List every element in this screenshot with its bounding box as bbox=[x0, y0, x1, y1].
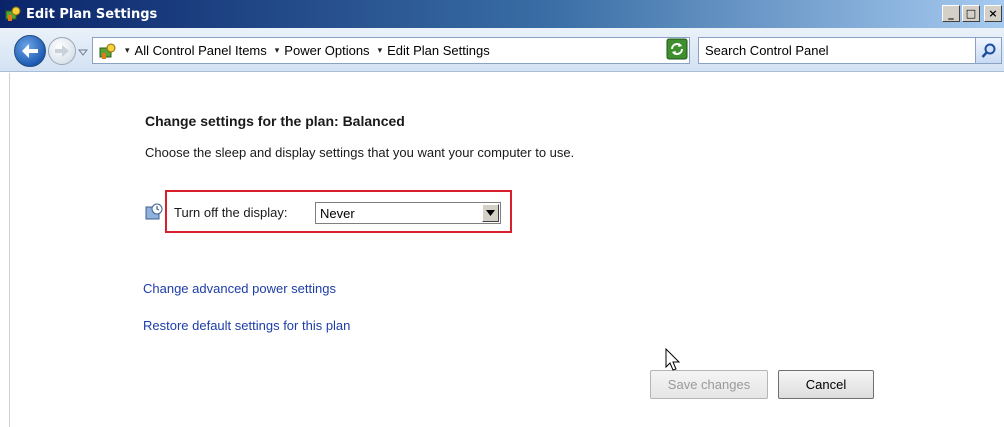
refresh-icon bbox=[666, 38, 688, 60]
recent-pages-dropdown-icon[interactable] bbox=[78, 47, 88, 57]
minimize-button[interactable]: _ bbox=[942, 5, 960, 22]
search-placeholder: Search Control Panel bbox=[705, 43, 829, 58]
turn-off-display-value: Never bbox=[320, 205, 355, 221]
breadcrumb-label: Edit Plan Settings bbox=[387, 43, 490, 58]
main-content: Change settings for the plan: Balanced C… bbox=[0, 73, 1004, 427]
chevron-right-icon: ▾ bbox=[125, 45, 130, 55]
forward-button[interactable] bbox=[48, 37, 76, 65]
save-changes-button[interactable]: Save changes bbox=[650, 370, 768, 399]
title-bar: Edit Plan Settings _ □ × bbox=[0, 0, 1004, 28]
dropdown-button[interactable] bbox=[482, 204, 499, 222]
close-button[interactable]: × bbox=[984, 5, 1002, 22]
breadcrumb-label: Power Options bbox=[284, 43, 370, 58]
navigation-bar: ▾ All Control Panel Items ▾ Power Option… bbox=[0, 28, 1004, 72]
cancel-button[interactable]: Cancel bbox=[778, 370, 874, 399]
change-advanced-power-settings-link[interactable]: Change advanced power settings bbox=[143, 281, 336, 296]
display-timer-icon bbox=[145, 203, 163, 220]
chevron-right-icon: ▾ bbox=[377, 45, 383, 55]
chevron-down-icon bbox=[486, 210, 495, 216]
back-arrow-icon bbox=[22, 44, 38, 58]
control-panel-icon bbox=[4, 5, 22, 23]
window-title: Edit Plan Settings bbox=[26, 6, 158, 22]
window-controls: _ □ × bbox=[942, 5, 1002, 22]
refresh-button[interactable] bbox=[665, 37, 689, 61]
breadcrumb-all-control-panel-items[interactable]: ▾ All Control Panel Items bbox=[125, 43, 267, 58]
forward-arrow-icon bbox=[55, 45, 69, 57]
maximize-button[interactable]: □ bbox=[962, 5, 980, 22]
search-input[interactable]: Search Control Panel bbox=[698, 37, 1002, 64]
chevron-right-icon: ▾ bbox=[274, 45, 280, 55]
page-heading: Change settings for the plan: Balanced bbox=[145, 113, 405, 129]
breadcrumb-label: All Control Panel Items bbox=[134, 43, 267, 58]
turn-off-display-label: Turn off the display: bbox=[174, 205, 288, 220]
control-panel-small-icon bbox=[97, 41, 119, 61]
breadcrumb-edit-plan-settings[interactable]: ▾ Edit Plan Settings bbox=[378, 43, 490, 58]
search-icon bbox=[981, 43, 995, 58]
address-bar[interactable]: ▾ All Control Panel Items ▾ Power Option… bbox=[92, 37, 690, 64]
page-description: Choose the sleep and display settings th… bbox=[145, 145, 575, 160]
search-button[interactable] bbox=[975, 38, 1001, 63]
restore-default-settings-link[interactable]: Restore default settings for this plan bbox=[143, 318, 350, 333]
breadcrumb-power-options[interactable]: ▾ Power Options bbox=[275, 43, 370, 58]
turn-off-display-select[interactable]: Never bbox=[315, 202, 501, 224]
mouse-pointer-icon bbox=[665, 348, 681, 371]
back-button[interactable] bbox=[14, 35, 46, 67]
left-divider bbox=[9, 73, 10, 427]
